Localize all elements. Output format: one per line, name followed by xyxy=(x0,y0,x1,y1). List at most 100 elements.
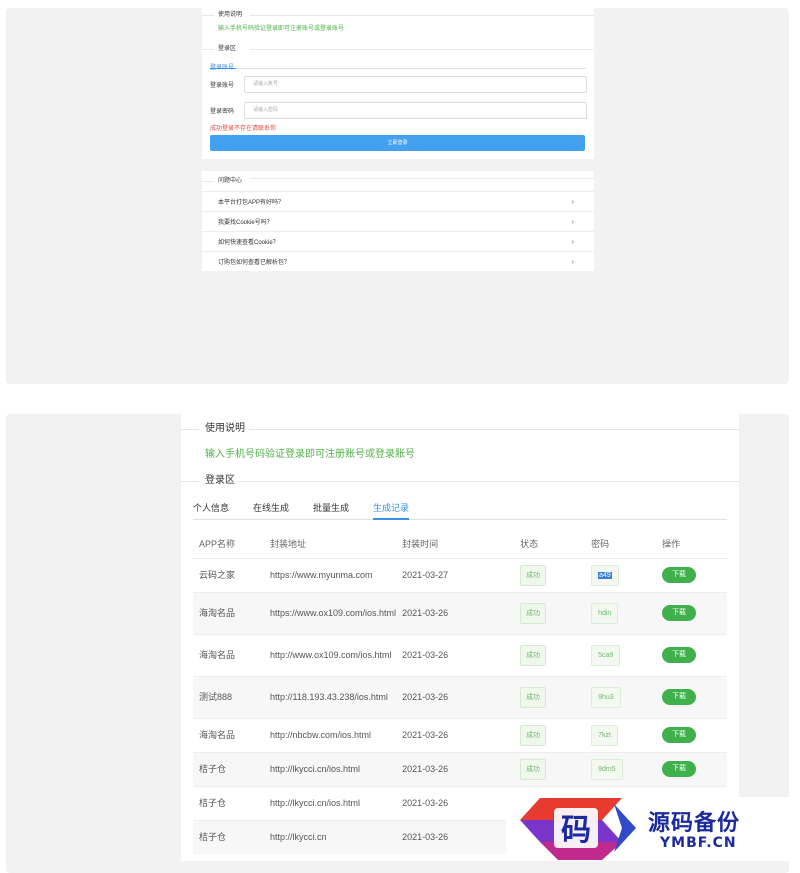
faq-item-label: 如何快速查看Cookie？ xyxy=(218,240,279,246)
chevron-right-icon: › xyxy=(571,237,574,246)
password-value: 9dm5 xyxy=(598,765,616,773)
download-button[interactable]: 下载 xyxy=(662,727,697,743)
header-password: 密码 xyxy=(591,539,610,550)
status-badge: 成功 xyxy=(520,724,547,746)
download-button[interactable]: 下载 xyxy=(662,689,697,705)
download-button[interactable]: 下载 xyxy=(662,647,697,663)
table-row: 测试888 http://118.193.43.238/ios.html 2021-… xyxy=(193,675,727,718)
faq-item[interactable]: 本平台打包APP有好吗？ › xyxy=(202,191,594,211)
app-name-cell: 桔子仓 xyxy=(193,819,264,854)
status-cell: 成功 xyxy=(514,591,586,634)
password-value: a49 xyxy=(598,571,612,579)
header-action: 操作 xyxy=(662,539,681,550)
url-cell: http://www.ox109.com/ios.html xyxy=(264,633,397,676)
password-value: 5ca8 xyxy=(598,651,614,659)
password-cell: a49 xyxy=(585,557,657,592)
faq-item[interactable]: 订购包如何查看已解析包？ › xyxy=(202,251,594,271)
password-cell: hdin xyxy=(585,591,657,634)
tab-batch-generate[interactable]: 批量生成 xyxy=(313,496,349,519)
tab-online-generate[interactable]: 在线生成 xyxy=(253,496,289,519)
login-button[interactable]: 立即登录 xyxy=(210,135,585,151)
account-row: 登录账号 请输入账号 xyxy=(202,71,594,97)
time-cell: 2021-03-26 xyxy=(396,717,515,752)
table-row: 海淘名品 https://www.ox109.com/ios.html 2021-0… xyxy=(193,591,727,634)
action-cell: 下载 xyxy=(656,751,727,786)
records-tabs: 个人信息 在线生成 批量生成 生成记录 xyxy=(193,496,727,520)
url-cell: http://lkycci.cn xyxy=(264,819,397,854)
password-input[interactable]: 请输入密码 xyxy=(244,101,587,119)
app-name-cell: 海淘名品 xyxy=(193,717,264,752)
login-title-text: 登录区 xyxy=(205,475,235,486)
url-cell: http://118.193.43.238/ios.html xyxy=(264,675,397,718)
table-row: 海淘名品 http://nbcbw.com/ios.html 2021-03-26 成… xyxy=(193,717,727,752)
time-cell: 2021-03-27 xyxy=(396,557,515,592)
url-cell: http://nbcbw.com/ios.html xyxy=(264,717,397,752)
time-cell: 2021-03-26 xyxy=(396,633,515,676)
faq-item[interactable]: 我要找Cookie号吗？ › xyxy=(202,211,594,231)
account-label: 登录账号 xyxy=(210,82,235,89)
card-gap xyxy=(202,159,594,171)
password-badge[interactable]: 5ca8 xyxy=(591,644,621,666)
faq-section: 问题中心 本平台打包APP有好吗？ › 我要找Cookie号吗？ › 如何快速查看C… xyxy=(202,171,594,271)
tab-login-account[interactable]: 登录账号 xyxy=(210,62,234,74)
password-badge[interactable]: 9dm5 xyxy=(591,758,623,780)
login-title-text: 登录区 xyxy=(218,46,237,52)
password-value: 9hu3 xyxy=(598,693,614,701)
status-cell: 成功 xyxy=(514,675,586,718)
password-badge[interactable]: hdin xyxy=(591,602,619,624)
download-button[interactable]: 下载 xyxy=(662,567,697,583)
password-cell: 7kzt xyxy=(585,717,657,752)
password-cell: 9dm5 xyxy=(585,751,657,786)
download-button[interactable]: 下载 xyxy=(662,761,697,777)
action-cell: 下载 xyxy=(656,591,727,634)
app-name-cell: 海淘名品 xyxy=(193,633,264,676)
usage-title: 使用说明 xyxy=(202,8,594,22)
time-cell: 2021-03-26 xyxy=(396,591,515,634)
download-button[interactable]: 下载 xyxy=(662,605,697,621)
header-time: 封装时间 xyxy=(402,539,439,550)
password-value: hdin xyxy=(598,609,612,617)
watermark-logo-icon: 码 xyxy=(520,798,636,860)
login-title: 登录区 xyxy=(181,466,739,496)
account-input[interactable]: 请输入账号 xyxy=(244,75,587,93)
watermark-en: YMBF.CN xyxy=(660,835,737,851)
faq-item[interactable]: 如何快速查看Cookie？ › xyxy=(202,231,594,251)
header-app-name: APP名称 xyxy=(199,539,236,550)
chevron-right-icon: › xyxy=(571,197,574,206)
app-name-cell: 测试888 xyxy=(193,675,264,718)
table-row: 海淘名品 http://www.ox109.com/ios.html 2021-03… xyxy=(193,633,727,676)
usage-text: 输入手机号码验证登录即可注册账号或登录账号 xyxy=(218,26,345,32)
usage-title-text: 使用说明 xyxy=(205,423,245,434)
usage-section: 使用说明 输入手机号码验证登录即可注册账号或登录账号 xyxy=(202,8,594,36)
table-row: 桔子仓 http://lkycci.cn/ios.html 2021-03-26 成功… xyxy=(193,751,727,786)
usage-text: 输入手机号码验证登录即可注册账号或登录账号 xyxy=(205,449,415,460)
action-cell: 下载 xyxy=(656,675,727,718)
error-message: 成功登录不存在请联系你 xyxy=(210,126,277,132)
status-badge: 成功 xyxy=(520,564,547,586)
faq-item-label: 我要找Cookie号吗？ xyxy=(218,220,273,226)
password-cell: 5ca8 xyxy=(585,633,657,676)
watermark-logo-char: 码 xyxy=(561,813,591,848)
usage-title-text: 使用说明 xyxy=(218,12,243,18)
app-name-cell: 桔子仓 xyxy=(193,785,264,820)
password-badge[interactable]: 7kzt xyxy=(591,724,618,746)
status-badge: 成功 xyxy=(520,644,547,666)
login-section: 登录区 登录账号 登录账号 请输入账号 登录密码 请输入密码 成功登录不存在请联… xyxy=(202,42,594,151)
tab-generation-records[interactable]: 生成记录 xyxy=(373,496,410,520)
time-cell: 2021-03-26 xyxy=(396,819,515,854)
records-card: 使用说明 输入手机号码验证登录即可注册账号或登录账号 登录区 个人信息 在线生成… xyxy=(181,414,739,861)
action-cell: 下载 xyxy=(656,717,727,752)
faq-item-label: 订购包如何查看已解析包？ xyxy=(218,260,291,266)
action-cell: 下载 xyxy=(656,557,727,592)
tab-personal-info[interactable]: 个人信息 xyxy=(193,496,229,519)
url-cell: http://lkycci.cn/ios.html xyxy=(264,751,397,786)
table-header-row: APP名称 封装地址 封装时间 状态 密码 操作 xyxy=(193,530,727,558)
app-name-cell: 桔子仓 xyxy=(193,751,264,786)
password-badge[interactable]: 9hu3 xyxy=(591,686,621,708)
chevron-right-icon: › xyxy=(571,257,574,266)
password-row: 登录密码 请输入密码 xyxy=(202,97,594,123)
app-name-cell: 海淘名品 xyxy=(193,591,264,634)
password-badge[interactable]: a49 xyxy=(591,564,619,586)
status-badge: 成功 xyxy=(520,602,547,624)
faq-title: 问题中心 xyxy=(202,171,594,191)
